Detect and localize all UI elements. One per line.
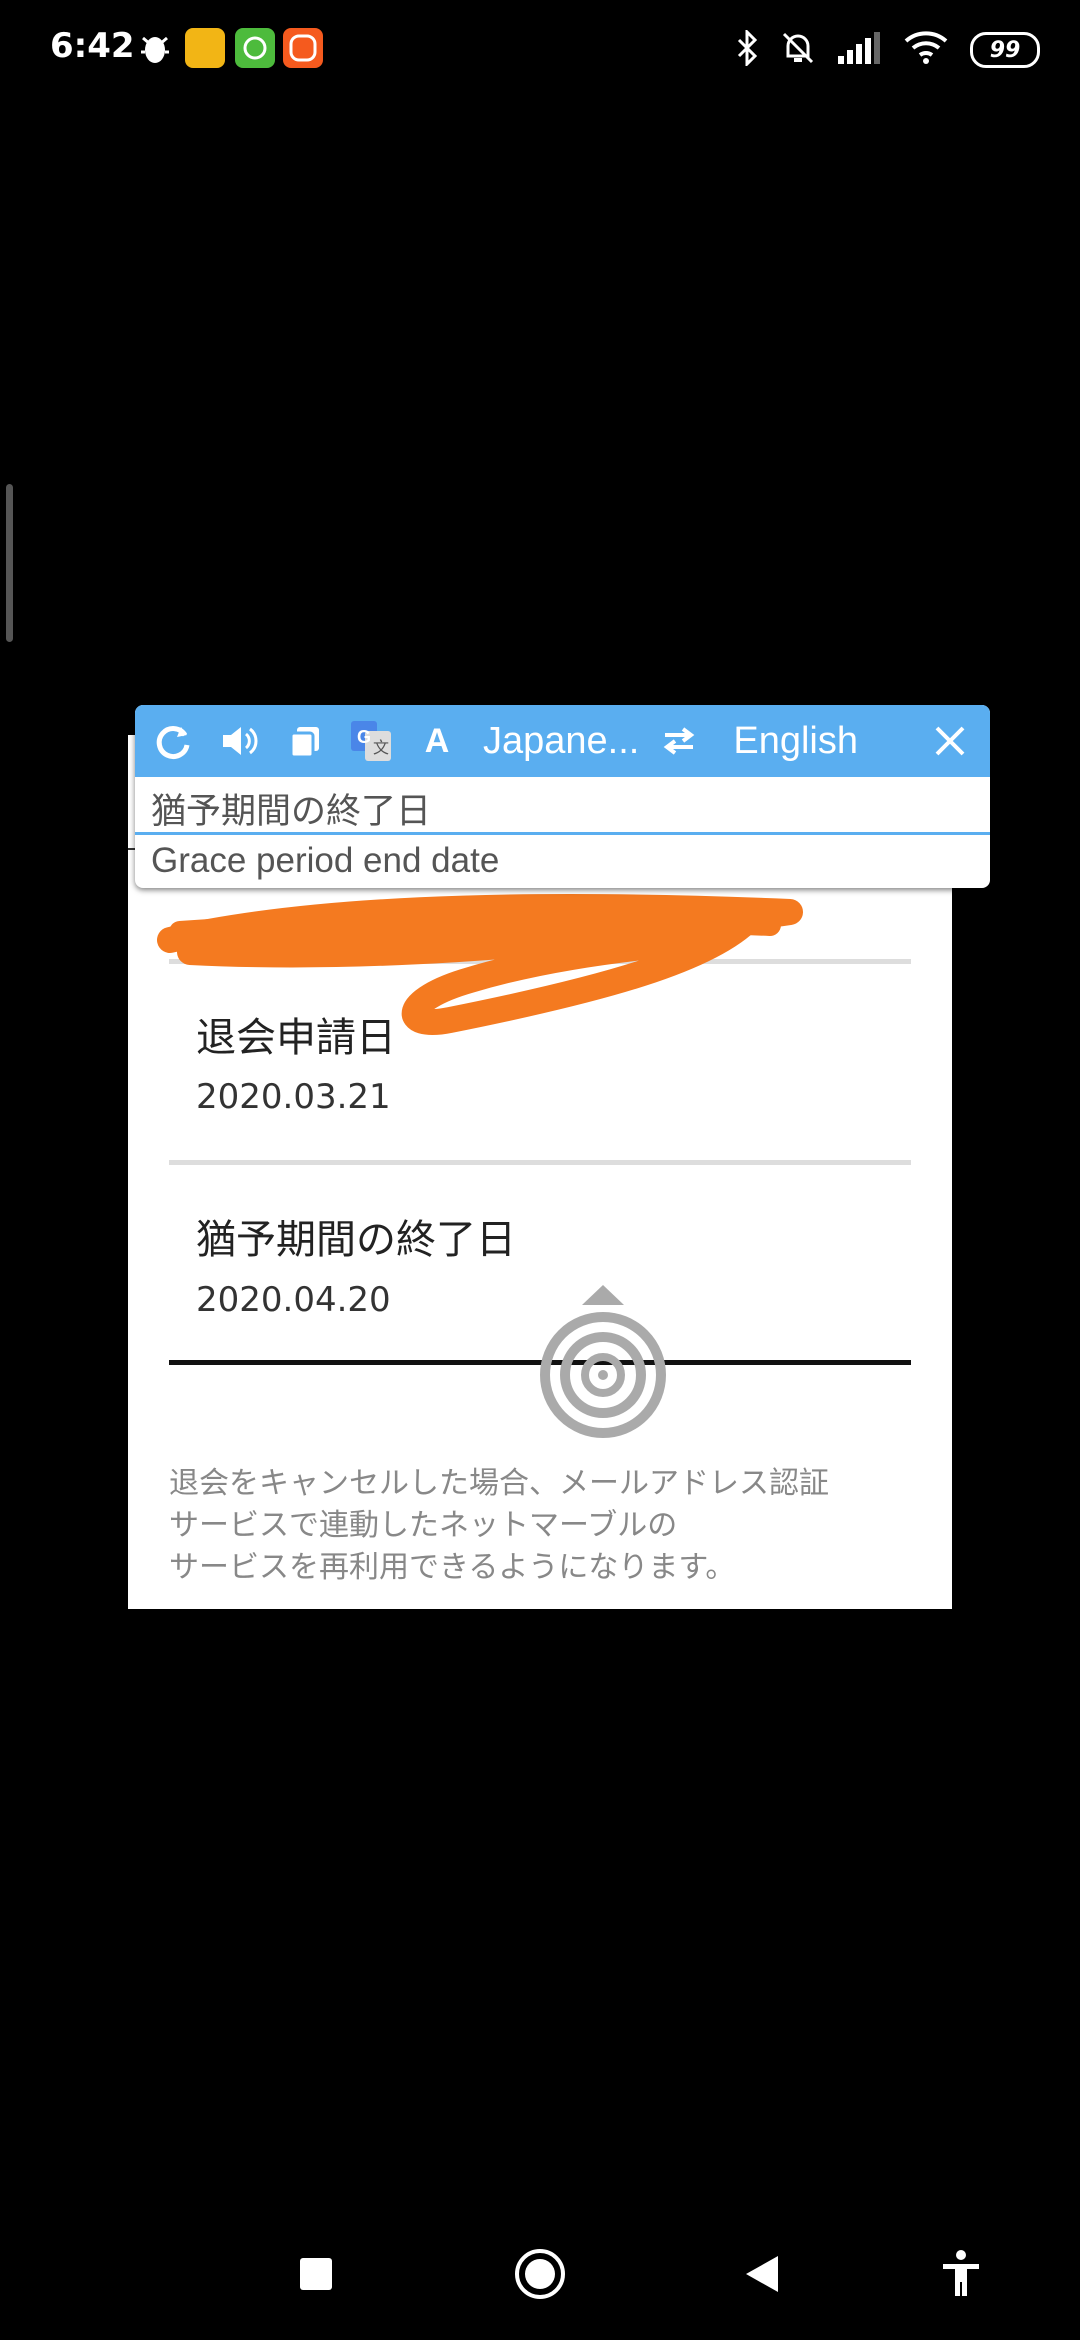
field-value-grace-end: 2020.04.20 [196,1280,391,1320]
mute-icon [780,30,816,70]
font-icon[interactable]: A [409,713,465,769]
target-language-select[interactable]: English [733,720,858,763]
floating-target-icon[interactable] [540,1285,666,1441]
app-icon-yellow [185,28,225,68]
divider [169,1160,911,1165]
bug-icon [135,28,175,68]
app-icon-green [235,28,275,68]
translation-toolbar: G文 A Japane... English [135,705,990,777]
redaction-scribble [157,894,803,1035]
scroll-indicator[interactable] [6,484,13,642]
battery-icon: 99 [970,32,1040,68]
google-translate-icon[interactable]: G文 [343,713,399,769]
field-label-grace-end: 猶予期間の終了日 [196,1217,516,1263]
signal-icon [838,32,882,68]
svg-text:文: 文 [373,739,389,757]
status-bar: 6:42 99 [0,0,1080,100]
note-line: サービスを再利用できるようになります。 [169,1550,736,1585]
source-text-field[interactable]: 猶予期間の終了日 [135,777,990,835]
home-button[interactable] [512,2246,568,2302]
recents-button[interactable] [296,2254,336,2294]
note-line: サービスで連動したネットマーブルの [169,1508,678,1543]
svg-text:G: G [357,727,371,747]
translation-overlay: G文 A Japane... English 猶予期間の終了日 Grace pe… [135,705,990,888]
bluetooth-icon [736,28,758,70]
swap-icon[interactable] [651,713,707,769]
clock: 6:42 [50,26,135,66]
back-button[interactable] [740,2252,784,2296]
copy-icon[interactable] [277,713,333,769]
app-icon-orange [283,28,323,68]
source-text: 猶予期間の終了日 [151,792,432,832]
speaker-icon[interactable] [211,713,267,769]
field-value-withdrawal-date: 2020.03.21 [196,1077,391,1117]
close-icon[interactable] [922,713,978,769]
refresh-icon[interactable] [145,713,201,769]
navigation-bar [0,2200,1080,2340]
wifi-icon [904,31,948,69]
translated-text: Grace period end date [151,841,500,880]
source-language-select[interactable]: Japane... [483,720,639,763]
translated-text-field[interactable]: Grace period end date [135,835,990,888]
cancellation-note: 退会をキャンセルした場合、メールアドレス認証 サービスで連動したネットマーブルの… [169,1463,929,1589]
accessibility-button[interactable] [936,2248,986,2298]
note-line: 退会をキャンセルした場合、メールアドレス認証 [169,1466,829,1501]
